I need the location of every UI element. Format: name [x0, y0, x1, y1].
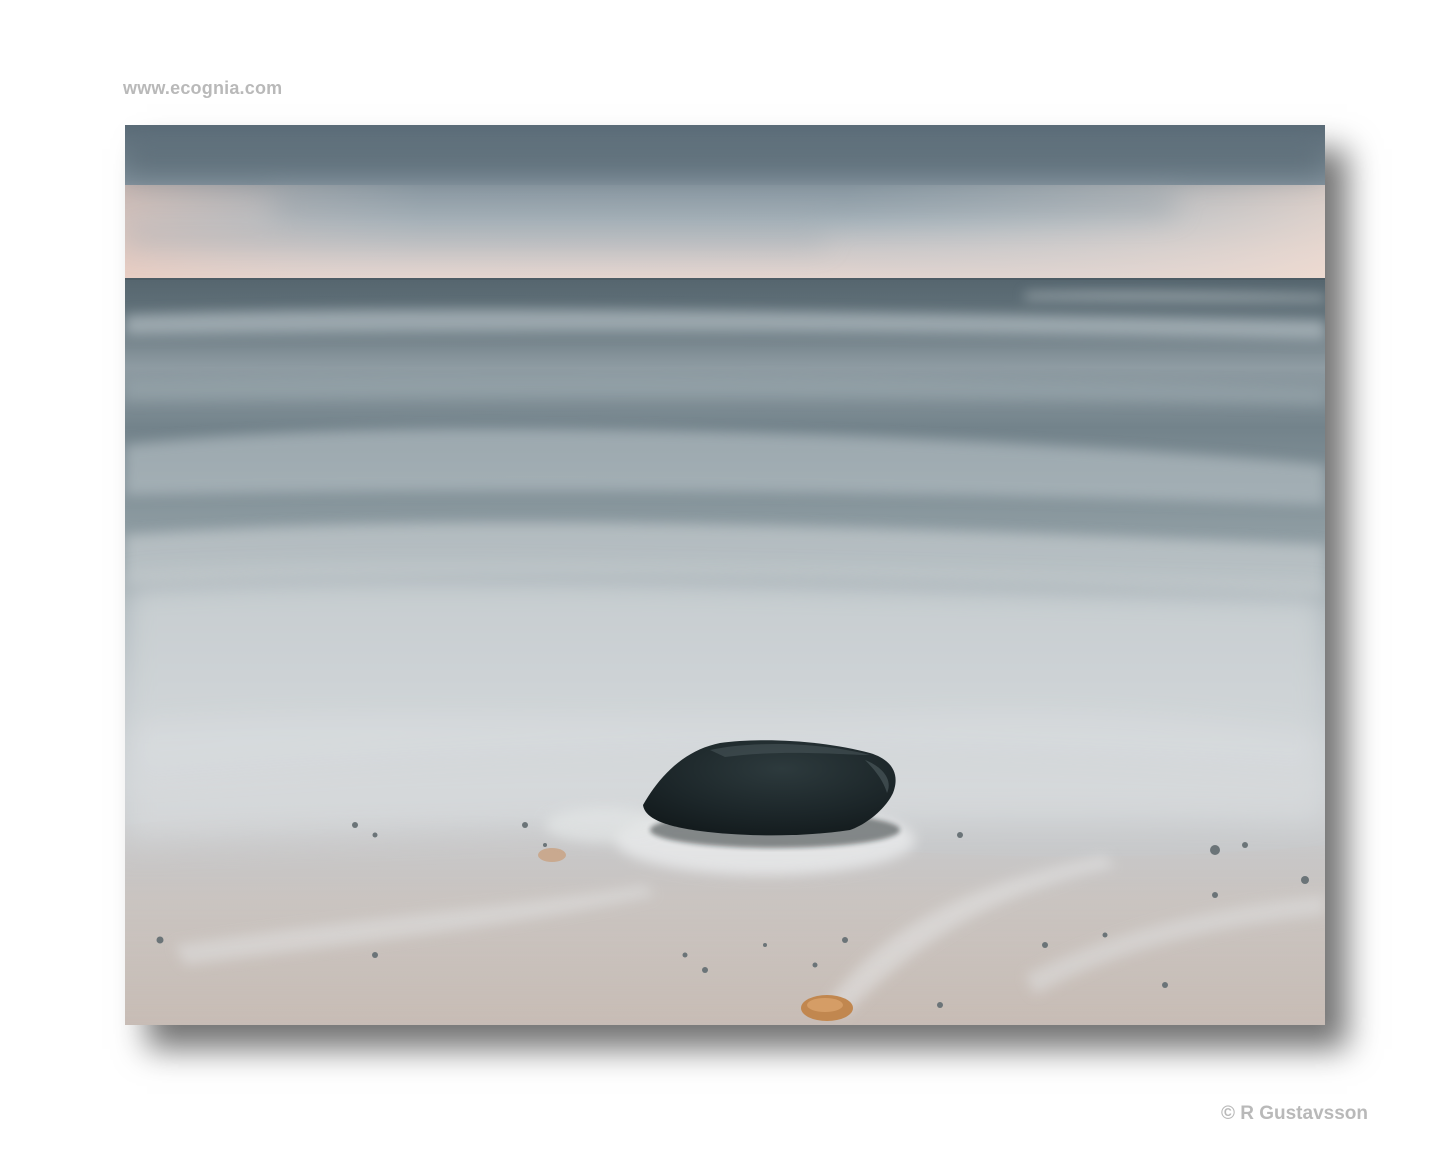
seascape-image: [125, 125, 1325, 1025]
small-stone: [538, 848, 566, 862]
page: www.ecognia.com © R Gustavsson: [0, 0, 1450, 1175]
site-url-watermark: www.ecognia.com: [123, 78, 283, 98]
photographer-credit: © R Gustavsson: [1220, 1103, 1368, 1124]
photograph: [125, 125, 1325, 1025]
orange-stone-highlight: [807, 998, 843, 1012]
